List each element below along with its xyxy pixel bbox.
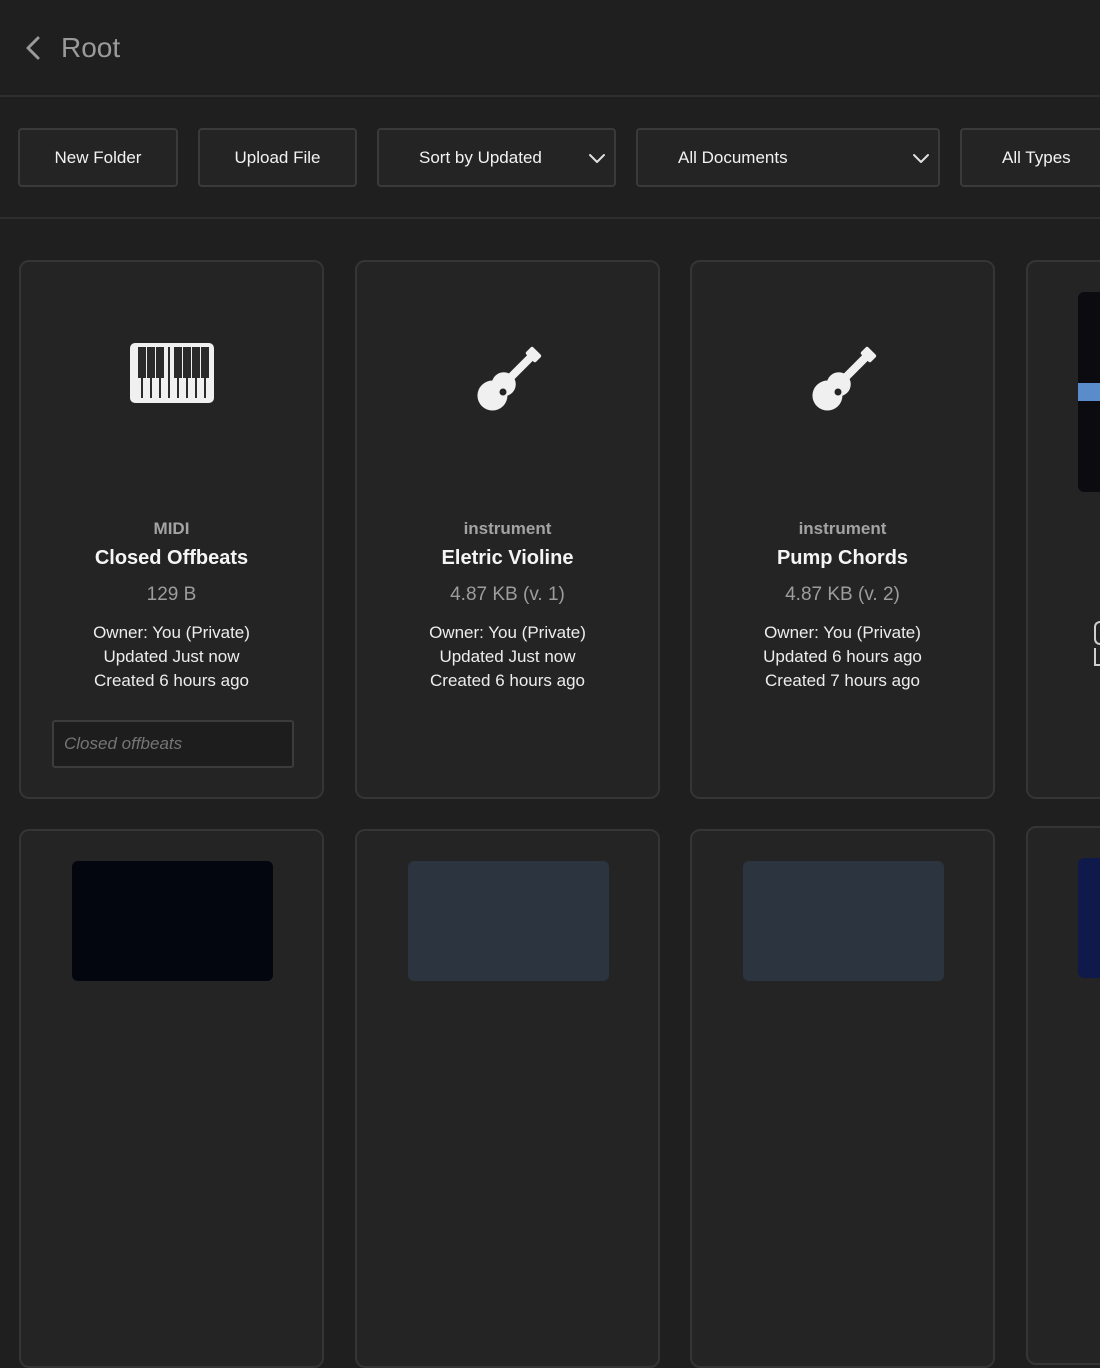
sort-select-label: Sort by Updated xyxy=(419,147,542,167)
file-thumbnail xyxy=(1078,292,1100,492)
updated-text: Updated Just now xyxy=(103,647,240,666)
file-card[interactable] xyxy=(690,829,995,1368)
file-thumbnail xyxy=(1078,858,1100,978)
file-name: Closed Offbeats xyxy=(94,547,249,569)
updated-text: Updated 6 hours ago xyxy=(763,647,922,666)
documents-filter-label: All Documents xyxy=(678,147,788,167)
file-card[interactable] xyxy=(355,829,660,1368)
created-text: Created 6 hours ago xyxy=(94,671,249,690)
guitar-icon xyxy=(692,342,993,412)
types-filter-label: All Types xyxy=(1002,147,1071,167)
piano-icon xyxy=(21,342,322,412)
file-size: 129 B xyxy=(146,584,197,605)
description-input[interactable] xyxy=(52,720,294,768)
file-meta: Owner: You (Private) Updated 6 hours ago… xyxy=(692,621,993,693)
file-name: Eletric Violine xyxy=(441,547,574,569)
truncated-meta xyxy=(1094,621,1100,691)
back-button[interactable]: Root xyxy=(18,28,128,68)
chevron-left-icon xyxy=(26,36,40,60)
file-type-label: MIDI xyxy=(153,519,190,538)
file-type-label: instrument xyxy=(463,519,552,538)
file-card[interactable] xyxy=(19,829,324,1368)
file-size: 4.87 KB (v. 2) xyxy=(785,584,900,605)
new-folder-button[interactable]: New Folder xyxy=(18,128,178,187)
upload-file-button[interactable]: Upload File xyxy=(198,128,357,187)
file-name: Pump Chords xyxy=(776,547,909,569)
file-size: 4.87 KB (v. 1) xyxy=(450,584,565,605)
created-text: Created 7 hours ago xyxy=(765,671,920,690)
documents-filter-select[interactable]: All Documents xyxy=(636,128,940,187)
owner-text: Owner: You (Private) xyxy=(93,623,250,642)
header: Root xyxy=(0,0,1100,97)
file-card[interactable]: instrument Pump Chords 4.87 KB (v. 2) Ow… xyxy=(690,260,995,799)
file-card[interactable] xyxy=(1026,260,1100,799)
thumbnail-detail xyxy=(1078,383,1100,401)
chevron-down-icon xyxy=(913,154,929,163)
toolbar: New Folder Upload File Sort by Updated A… xyxy=(0,99,1100,219)
sort-select[interactable]: Sort by Updated xyxy=(377,128,616,187)
created-text: Created 6 hours ago xyxy=(430,671,585,690)
chevron-down-icon xyxy=(589,154,605,163)
page-title: Root xyxy=(61,32,121,63)
file-thumbnail xyxy=(72,861,273,981)
file-card[interactable]: instrument Eletric Violine 4.87 KB (v. 1… xyxy=(355,260,660,799)
file-type-label: instrument xyxy=(798,519,887,538)
file-thumbnail xyxy=(408,861,609,981)
file-thumbnail xyxy=(743,861,944,981)
types-filter-select[interactable]: All Types xyxy=(960,128,1100,187)
owner-text: Owner: You (Private) xyxy=(429,623,586,642)
file-card[interactable]: MIDI Closed Offbeats 129 B Owner: You (P… xyxy=(19,260,324,799)
guitar-icon xyxy=(357,342,658,412)
file-card[interactable] xyxy=(1026,826,1100,1365)
file-meta: Owner: You (Private) Updated Just now Cr… xyxy=(357,621,658,693)
updated-text: Updated Just now xyxy=(439,647,576,666)
file-meta: Owner: You (Private) Updated Just now Cr… xyxy=(21,621,322,693)
owner-text: Owner: You (Private) xyxy=(764,623,921,642)
